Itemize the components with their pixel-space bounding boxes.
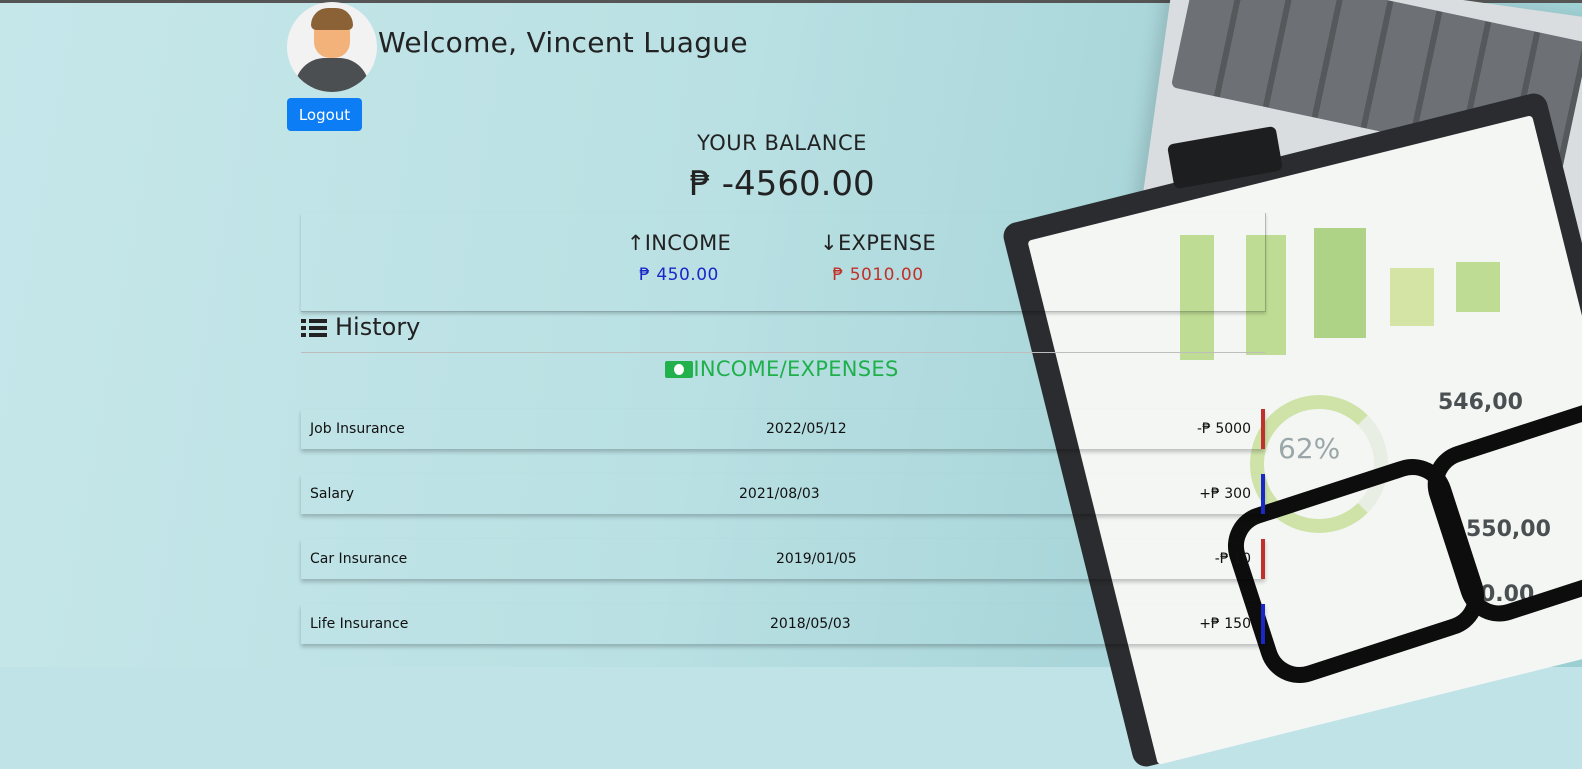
arrow-down-icon: ↓ (820, 231, 838, 255)
transaction-row[interactable]: Life Insurance 2018/05/03 +₱ 150 (301, 604, 1265, 644)
money-icon (665, 361, 694, 378)
income-column: ↑INCOME ₱ 450.00 (623, 231, 735, 285)
welcome-text: Welcome, Vincent Luague (378, 26, 748, 59)
transaction-amount: -₱ 5000 (1196, 421, 1251, 437)
income-label: INCOME (644, 231, 732, 255)
avatar (287, 2, 377, 92)
income-amount: ₱ 450.00 (639, 265, 719, 285)
avatar-body (295, 58, 369, 92)
transaction-amount: +₱ 150 (1199, 616, 1251, 632)
transaction-description: Car Insurance (310, 551, 408, 567)
transaction-row[interactable]: Job Insurance 2022/05/12 -₱ 5000 (301, 409, 1265, 449)
income-indicator (1261, 604, 1265, 644)
list-icon (301, 319, 327, 337)
income-indicator (1261, 474, 1265, 514)
transaction-description: Job Insurance (310, 421, 405, 437)
income-expenses-label: INCOME/EXPENSES (693, 357, 899, 381)
transaction-row[interactable]: Salary 2021/08/03 +₱ 300 (301, 474, 1265, 514)
logout-button[interactable]: Logout (287, 98, 362, 131)
transaction-amount: -₱ 10 (1214, 551, 1251, 567)
background-bar (1390, 268, 1434, 326)
transaction-row[interactable]: Car Insurance 2019/01/05 -₱ 10 (301, 539, 1265, 579)
avatar-hair (311, 8, 353, 30)
income-expense-card: ↑INCOME ₱ 450.00 ↓EXPENSE ₱ 5010.00 (301, 213, 1266, 312)
transaction-date: 2018/05/03 (770, 616, 851, 632)
expense-indicator (1261, 539, 1265, 579)
background-donut-label: 62% (1278, 432, 1341, 465)
expense-column: ↓EXPENSE ₱ 5010.00 (815, 231, 941, 285)
transaction-date: 2021/08/03 (739, 486, 820, 502)
transaction-amount: +₱ 300 (1199, 486, 1251, 502)
expense-amount: ₱ 5010.00 (832, 265, 924, 285)
expense-indicator (1261, 409, 1265, 449)
transaction-description: Salary (310, 486, 354, 502)
balance-value: ₱ -4560.00 (689, 164, 875, 204)
transaction-date: 2022/05/12 (766, 421, 847, 437)
income-expenses-heading: INCOME/EXPENSES (0, 357, 1564, 381)
background-number: 546,00 (1438, 390, 1523, 415)
history-header: History (301, 312, 1265, 353)
history-title: History (335, 313, 421, 341)
arrow-up-icon: ↑ (626, 231, 645, 255)
expense-heading: ↓EXPENSE (815, 231, 941, 255)
income-heading: ↑INCOME (623, 231, 735, 255)
background-bar (1314, 228, 1366, 338)
expense-label: EXPENSE (837, 231, 936, 255)
transaction-date: 2019/01/05 (776, 551, 857, 567)
background-bar (1456, 262, 1500, 312)
balance-title: YOUR BALANCE (697, 131, 867, 155)
transaction-description: Life Insurance (310, 616, 409, 632)
